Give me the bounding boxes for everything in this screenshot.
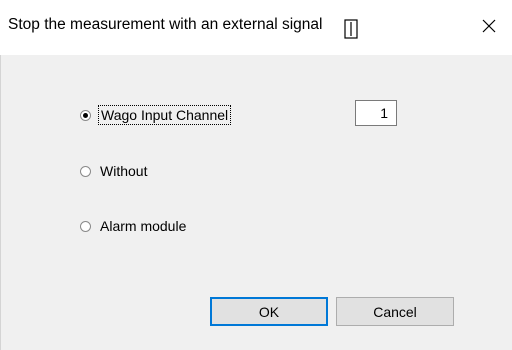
option-without[interactable]: Without xyxy=(80,163,147,179)
close-button[interactable] xyxy=(466,6,512,46)
title-bar: Stop the measurement with an external si… xyxy=(0,0,512,55)
radio-unchecked-icon[interactable] xyxy=(80,165,91,177)
i-beam-cursor-icon xyxy=(344,19,358,44)
window-title: Stop the measurement with an external si… xyxy=(8,16,323,33)
option-alarm-module[interactable]: Alarm module xyxy=(80,218,186,234)
ok-button[interactable]: OK xyxy=(210,297,328,326)
dialog-content: Wago Input Channel 1 Without Alarm modul… xyxy=(0,55,512,350)
option-wago-input-channel[interactable]: Wago Input Channel xyxy=(80,105,232,125)
option-label: Wago Input Channel xyxy=(97,105,232,125)
channel-number-input[interactable]: 1 xyxy=(355,100,397,126)
radio-unchecked-icon[interactable] xyxy=(80,220,91,232)
option-label: Alarm module xyxy=(100,218,187,234)
radio-checked-icon[interactable] xyxy=(80,109,91,121)
option-label: Without xyxy=(100,163,148,179)
cancel-button[interactable]: Cancel xyxy=(336,297,454,326)
close-icon xyxy=(482,19,496,33)
dialog-window: Stop the measurement with an external si… xyxy=(0,0,512,350)
